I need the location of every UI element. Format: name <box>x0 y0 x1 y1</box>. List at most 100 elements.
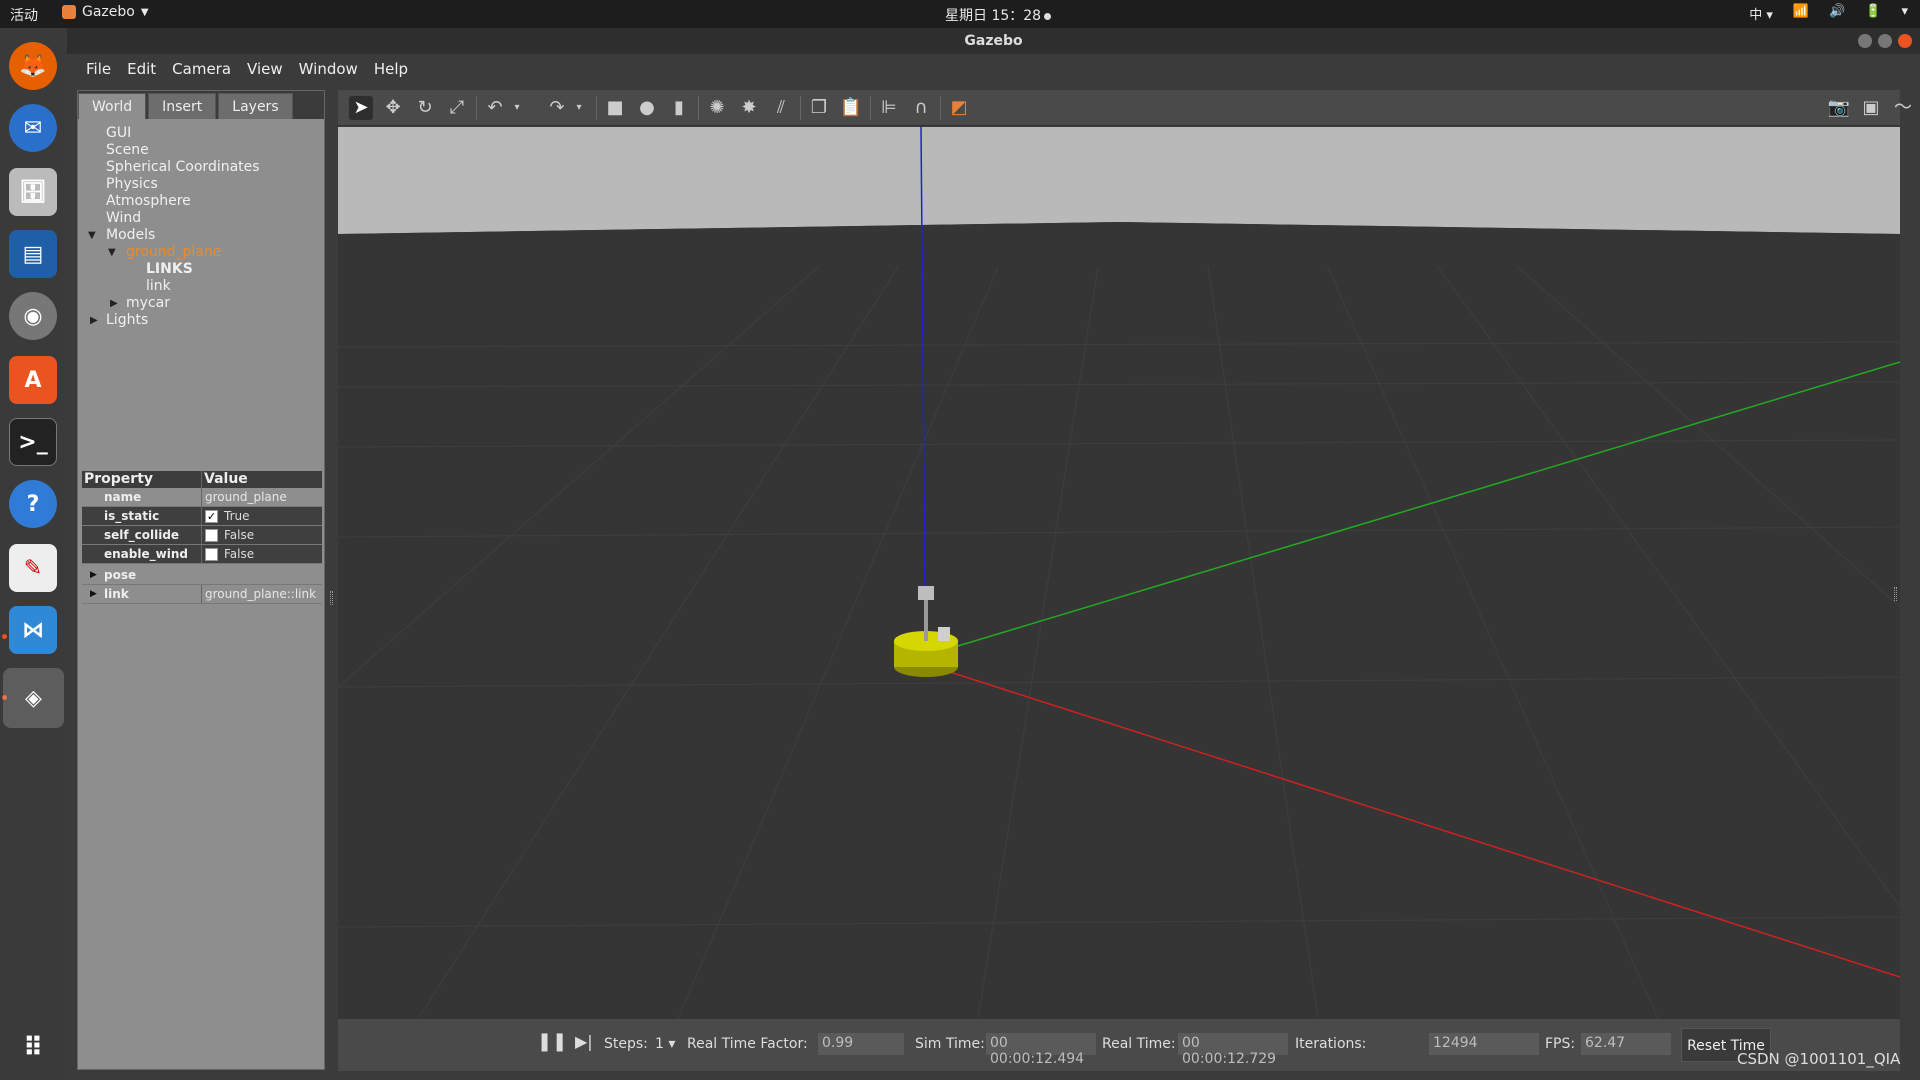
panel-resize-handle[interactable] <box>330 591 333 605</box>
tree-item-wind[interactable]: Wind <box>78 210 324 227</box>
spot-light-icon[interactable]: ✸ <box>737 96 761 120</box>
gazebo-dock-icon[interactable]: ◈ <box>3 668 64 728</box>
rtf-value: 0.99 <box>818 1033 904 1055</box>
expand-down-icon[interactable]: ▼ <box>88 227 96 244</box>
menu-help[interactable]: Help <box>366 54 416 84</box>
redo-history-chevron-icon[interactable]: ▾ <box>567 96 591 120</box>
property-row-is-static[interactable]: is_static ✓ True <box>82 507 322 526</box>
expand-right-icon[interactable]: ▶ <box>110 295 118 312</box>
redo-icon[interactable]: ↷ <box>545 96 569 120</box>
time-panel: ❚❚ ▶| Steps: 1 ▾ Real Time Factor: 0.99 … <box>338 1019 1900 1071</box>
checkbox-unchecked[interactable] <box>205 528 218 542</box>
wifi-icon[interactable]: 📶 <box>1793 4 1809 23</box>
ubuntu-dock: 🦊 ✉ 🗄 ▤ ◉ A >_ ? ✎ ⋈ ◈ ⠿ <box>0 28 67 1080</box>
tree-item-mycar[interactable]: ▶ mycar <box>78 295 324 312</box>
property-value[interactable]: ground_plane <box>202 488 287 506</box>
menu-view[interactable]: View <box>239 54 291 84</box>
box-shape-icon[interactable]: ■ <box>603 96 627 120</box>
cylinder-shape-icon[interactable]: ▮ <box>667 96 691 120</box>
translate-mode-icon[interactable]: ✥ <box>381 96 405 120</box>
tab-world[interactable]: World <box>78 93 147 119</box>
close-icon[interactable] <box>1898 34 1912 48</box>
show-applications-icon[interactable]: ⠿ <box>9 1024 57 1072</box>
system-menu-chevron-icon[interactable]: ▾ <box>1901 4 1908 23</box>
3d-viewport[interactable] <box>338 127 1900 1019</box>
plot-icon[interactable]: 〜 <box>1891 96 1915 120</box>
tab-layers[interactable]: Layers <box>218 93 293 119</box>
menu-edit[interactable]: Edit <box>119 54 164 84</box>
undo-history-chevron-icon[interactable]: ▾ <box>505 96 529 120</box>
screenshot-camera-icon[interactable]: 📷 <box>1827 96 1851 120</box>
tree-item-scene[interactable]: Scene <box>78 142 324 159</box>
scale-mode-icon[interactable]: ⤢ <box>445 96 469 120</box>
viewport-resize-handle[interactable] <box>1894 587 1897 601</box>
app-menu[interactable]: Gazebo ▼ <box>62 4 149 20</box>
clock[interactable]: 星期日 15：28 <box>945 5 1052 25</box>
steps-value: 1 <box>655 1036 664 1052</box>
panel-tabs: World Insert Layers <box>78 91 324 119</box>
input-method-label: 中 <box>1749 8 1763 23</box>
terminal-icon[interactable]: >_ <box>9 418 57 466</box>
undo-icon[interactable]: ↶ <box>483 96 507 120</box>
sphere-shape-icon[interactable]: ● <box>635 96 659 120</box>
minimize-icon[interactable] <box>1858 34 1872 48</box>
checkbox-unchecked[interactable] <box>205 547 218 561</box>
files-icon[interactable]: 🗄 <box>9 168 57 216</box>
property-row-name[interactable]: name ground_plane <box>82 488 322 507</box>
menu-camera[interactable]: Camera <box>164 54 239 84</box>
property-value: ✓ True <box>202 507 250 525</box>
toolbar-separator <box>940 96 941 120</box>
editor-icon[interactable]: ✎ <box>9 544 57 592</box>
expand-right-icon[interactable]: ▶ <box>90 585 97 603</box>
view-angle-icon[interactable]: ◩ <box>947 96 971 120</box>
window-titlebar[interactable]: Gazebo <box>67 28 1920 54</box>
step-icon[interactable]: ▶| <box>575 1032 593 1051</box>
expand-down-icon[interactable]: ▼ <box>108 244 116 261</box>
select-mode-icon[interactable]: ➤ <box>349 96 373 120</box>
menu-window[interactable]: Window <box>291 54 366 84</box>
world-tree: GUI Scene Spherical Coordinates Physics … <box>78 121 324 421</box>
tree-item-atmosphere[interactable]: Atmosphere <box>78 193 324 210</box>
pause-icon[interactable]: ❚❚ <box>537 1031 567 1052</box>
rhythmbox-icon[interactable]: ◉ <box>9 292 57 340</box>
property-row-self-collide[interactable]: self_collide False <box>82 526 322 545</box>
menu-file[interactable]: File <box>78 54 119 84</box>
property-value <box>202 566 205 584</box>
checkbox-label: False <box>224 528 255 542</box>
activities-button[interactable]: 活动 <box>10 5 38 25</box>
volume-icon[interactable]: 🔊 <box>1829 4 1845 23</box>
tree-item-physics[interactable]: Physics <box>78 176 324 193</box>
property-row-enable-wind[interactable]: enable_wind False <box>82 545 322 564</box>
property-row-pose[interactable]: ▶ pose <box>82 566 322 585</box>
copy-icon[interactable]: ❐ <box>807 96 831 120</box>
align-icon[interactable]: ⊫ <box>877 96 901 120</box>
expand-right-icon[interactable]: ▶ <box>90 312 98 329</box>
software-center-icon[interactable]: A <box>9 356 57 404</box>
steps-spinner[interactable]: 1 ▾ <box>655 1036 675 1052</box>
real-time-value: 00 00:00:12.729 <box>1178 1033 1288 1067</box>
snap-icon[interactable]: ∩ <box>909 96 933 120</box>
property-row-link[interactable]: ▶ link ground_plane::link <box>82 585 322 604</box>
help-icon[interactable]: ? <box>9 480 57 528</box>
point-light-icon[interactable]: ✺ <box>705 96 729 120</box>
tree-item-lights[interactable]: ▶ Lights <box>78 312 324 329</box>
tree-item-gui[interactable]: GUI <box>78 125 324 142</box>
maximize-icon[interactable] <box>1878 34 1892 48</box>
directional-light-icon[interactable]: ⫽ <box>769 96 793 120</box>
tree-item-ground-plane[interactable]: ▼ ground_plane <box>78 244 324 261</box>
tree-item-spherical[interactable]: Spherical Coordinates <box>78 159 324 176</box>
input-method-indicator[interactable]: 中 ▾ <box>1749 4 1773 23</box>
checkbox-checked[interactable]: ✓ <box>205 509 218 523</box>
thunderbird-icon[interactable]: ✉ <box>9 104 57 152</box>
rotate-mode-icon[interactable]: ↻ <box>413 96 437 120</box>
battery-icon[interactable]: 🔋 <box>1865 4 1881 23</box>
tree-item-models[interactable]: ▼ Models <box>78 227 324 244</box>
vscode-icon[interactable]: ⋈ <box>9 606 57 654</box>
tab-insert[interactable]: Insert <box>148 93 217 119</box>
tree-item-link[interactable]: link <box>78 278 324 295</box>
expand-right-icon[interactable]: ▶ <box>90 566 97 584</box>
paste-icon[interactable]: 📋 <box>839 96 863 120</box>
log-data-icon[interactable]: ▣ <box>1859 96 1883 120</box>
writer-icon[interactable]: ▤ <box>9 230 57 278</box>
firefox-icon[interactable]: 🦊 <box>9 42 57 90</box>
